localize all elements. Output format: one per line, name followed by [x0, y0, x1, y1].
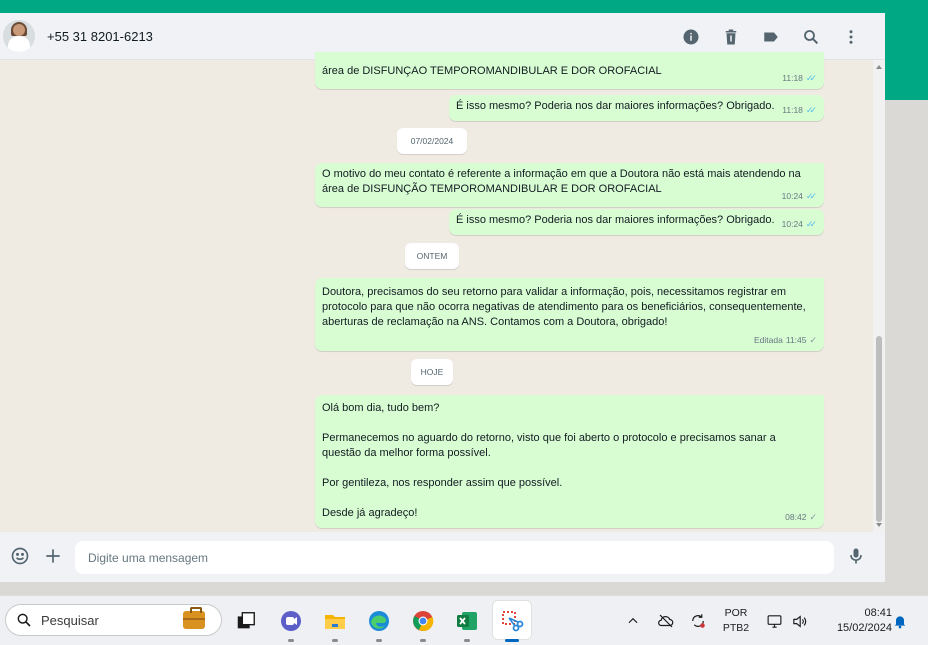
clock-date: 15/02/2024: [836, 622, 892, 634]
file-explorer-icon[interactable]: [322, 608, 348, 634]
message-bubble[interactable]: Doutora, precisamos do seu retorno para …: [315, 278, 824, 351]
read-receipt-icon: ✓✓: [805, 105, 817, 115]
plus-icon[interactable]: [41, 544, 65, 568]
desktop-background: [885, 100, 928, 582]
message-time: 11:45: [785, 335, 807, 345]
message-meta: 10:24 ✓✓: [782, 217, 817, 232]
contact-name[interactable]: +55 31 8201-6213: [47, 29, 153, 44]
message-time: 10:24: [781, 219, 803, 229]
message-meta: 11:18 ✓✓: [782, 103, 817, 118]
message-time: 11:18: [782, 105, 803, 115]
message-text: É isso mesmo? Poderia nos dar maiores in…: [456, 100, 775, 112]
sync-icon[interactable]: [686, 596, 710, 645]
search-icon: [17, 613, 31, 627]
sent-check-icon: ✓: [809, 335, 817, 345]
cloud-offline-icon[interactable]: [654, 596, 678, 645]
chevron-up-icon[interactable]: [624, 596, 642, 645]
active-indicator: [505, 639, 519, 642]
language-code: POR: [724, 607, 748, 619]
more-vertical-icon[interactable]: [831, 13, 871, 60]
message-composer: [0, 532, 885, 582]
scroll-up-arrow-icon[interactable]: [876, 65, 882, 69]
clock-time: 08:41: [864, 607, 892, 619]
message-meta: 08:42 ✓: [785, 510, 817, 525]
message-bubble[interactable]: É isso mesmo? Poderia nos dar maiores in…: [449, 95, 824, 121]
message-time: 11:18: [782, 73, 803, 83]
snipping-tool-icon[interactable]: [499, 608, 525, 634]
notification-bell-icon[interactable]: [890, 596, 910, 645]
message-bubble[interactable]: área de DISFUNÇAO TEMPOROMANDIBULAR E DO…: [315, 52, 824, 89]
message-text: área de DISFUNÇAO TEMPOROMANDIBULAR E DO…: [322, 65, 662, 77]
message-bubble[interactable]: É isso mesmo? Poderia nos dar maiores in…: [449, 209, 824, 235]
windows-taskbar: Pesquisar POR PTB2 08:41 15/02/2024: [0, 595, 928, 645]
message-time: 08:42: [785, 512, 807, 522]
read-receipt-icon: ✓✓: [805, 73, 817, 83]
system-clock[interactable]: 08:41 15/02/2024: [816, 606, 892, 636]
emoji-icon[interactable]: [8, 544, 32, 568]
message-text: O motivo do meu contato é referente a in…: [322, 168, 804, 195]
work-suitcase-icon: [183, 607, 205, 629]
teams-chat-icon[interactable]: [278, 608, 304, 634]
date-separator: ONTEM: [405, 243, 459, 269]
message-bubble[interactable]: Olá bom dia, tudo bem? Permanecemos no a…: [315, 395, 824, 528]
whatsapp-chat-window: +55 31 8201-6213 área de DISFUNÇAO TEMPO…: [0, 13, 885, 582]
running-indicator: [420, 639, 426, 642]
running-indicator: [288, 639, 294, 642]
edited-label: Editada: [753, 335, 783, 345]
message-text: É isso mesmo? Poderia nos dar maiores in…: [456, 214, 775, 226]
taskbar-search[interactable]: Pesquisar: [5, 604, 222, 636]
scroll-down-arrow-icon[interactable]: [876, 523, 882, 527]
top-accent-band: [0, 0, 928, 13]
task-view-icon[interactable]: [233, 608, 259, 634]
message-input[interactable]: [75, 541, 834, 574]
sent-check-icon: ✓: [809, 512, 817, 522]
message-meta: Editada 11:45 ✓: [754, 333, 817, 348]
display-icon[interactable]: [764, 596, 784, 645]
chrome-icon[interactable]: [410, 608, 436, 634]
avatar[interactable]: [3, 20, 35, 52]
message-meta: 11:18 ✓✓: [782, 71, 817, 86]
message-list[interactable]: área de DISFUNÇAO TEMPOROMANDIBULAR E DO…: [0, 52, 873, 532]
scrollbar-thumb[interactable]: [876, 336, 882, 522]
date-separator: HOJE: [411, 359, 453, 385]
excel-icon[interactable]: [454, 608, 480, 634]
volume-icon[interactable]: [788, 596, 810, 645]
read-receipt-icon: ✓✓: [805, 219, 817, 229]
keyboard-layout: PTB2: [722, 622, 750, 634]
input-language-indicator[interactable]: POR PTB2: [716, 606, 756, 636]
message-text: Olá bom dia, tudo bem? Permanecemos no a…: [322, 402, 776, 519]
microphone-icon[interactable]: [844, 544, 868, 568]
edge-icon[interactable]: [366, 608, 392, 634]
message-text: Doutora, precisamos do seu retorno para …: [322, 286, 809, 328]
taskbar-search-placeholder: Pesquisar: [41, 612, 99, 628]
message-bubble[interactable]: O motivo do meu contato é referente a in…: [315, 163, 824, 207]
right-accent-band: [885, 13, 928, 100]
read-receipt-icon: ✓✓: [805, 191, 817, 201]
message-time: 10:24: [781, 191, 803, 201]
date-separator: 07/02/2024: [397, 128, 467, 154]
running-indicator: [464, 639, 470, 642]
running-indicator: [332, 639, 338, 642]
running-indicator: [376, 639, 382, 642]
message-scrollbar[interactable]: [873, 60, 885, 532]
message-meta: 10:24 ✓✓: [782, 189, 817, 204]
